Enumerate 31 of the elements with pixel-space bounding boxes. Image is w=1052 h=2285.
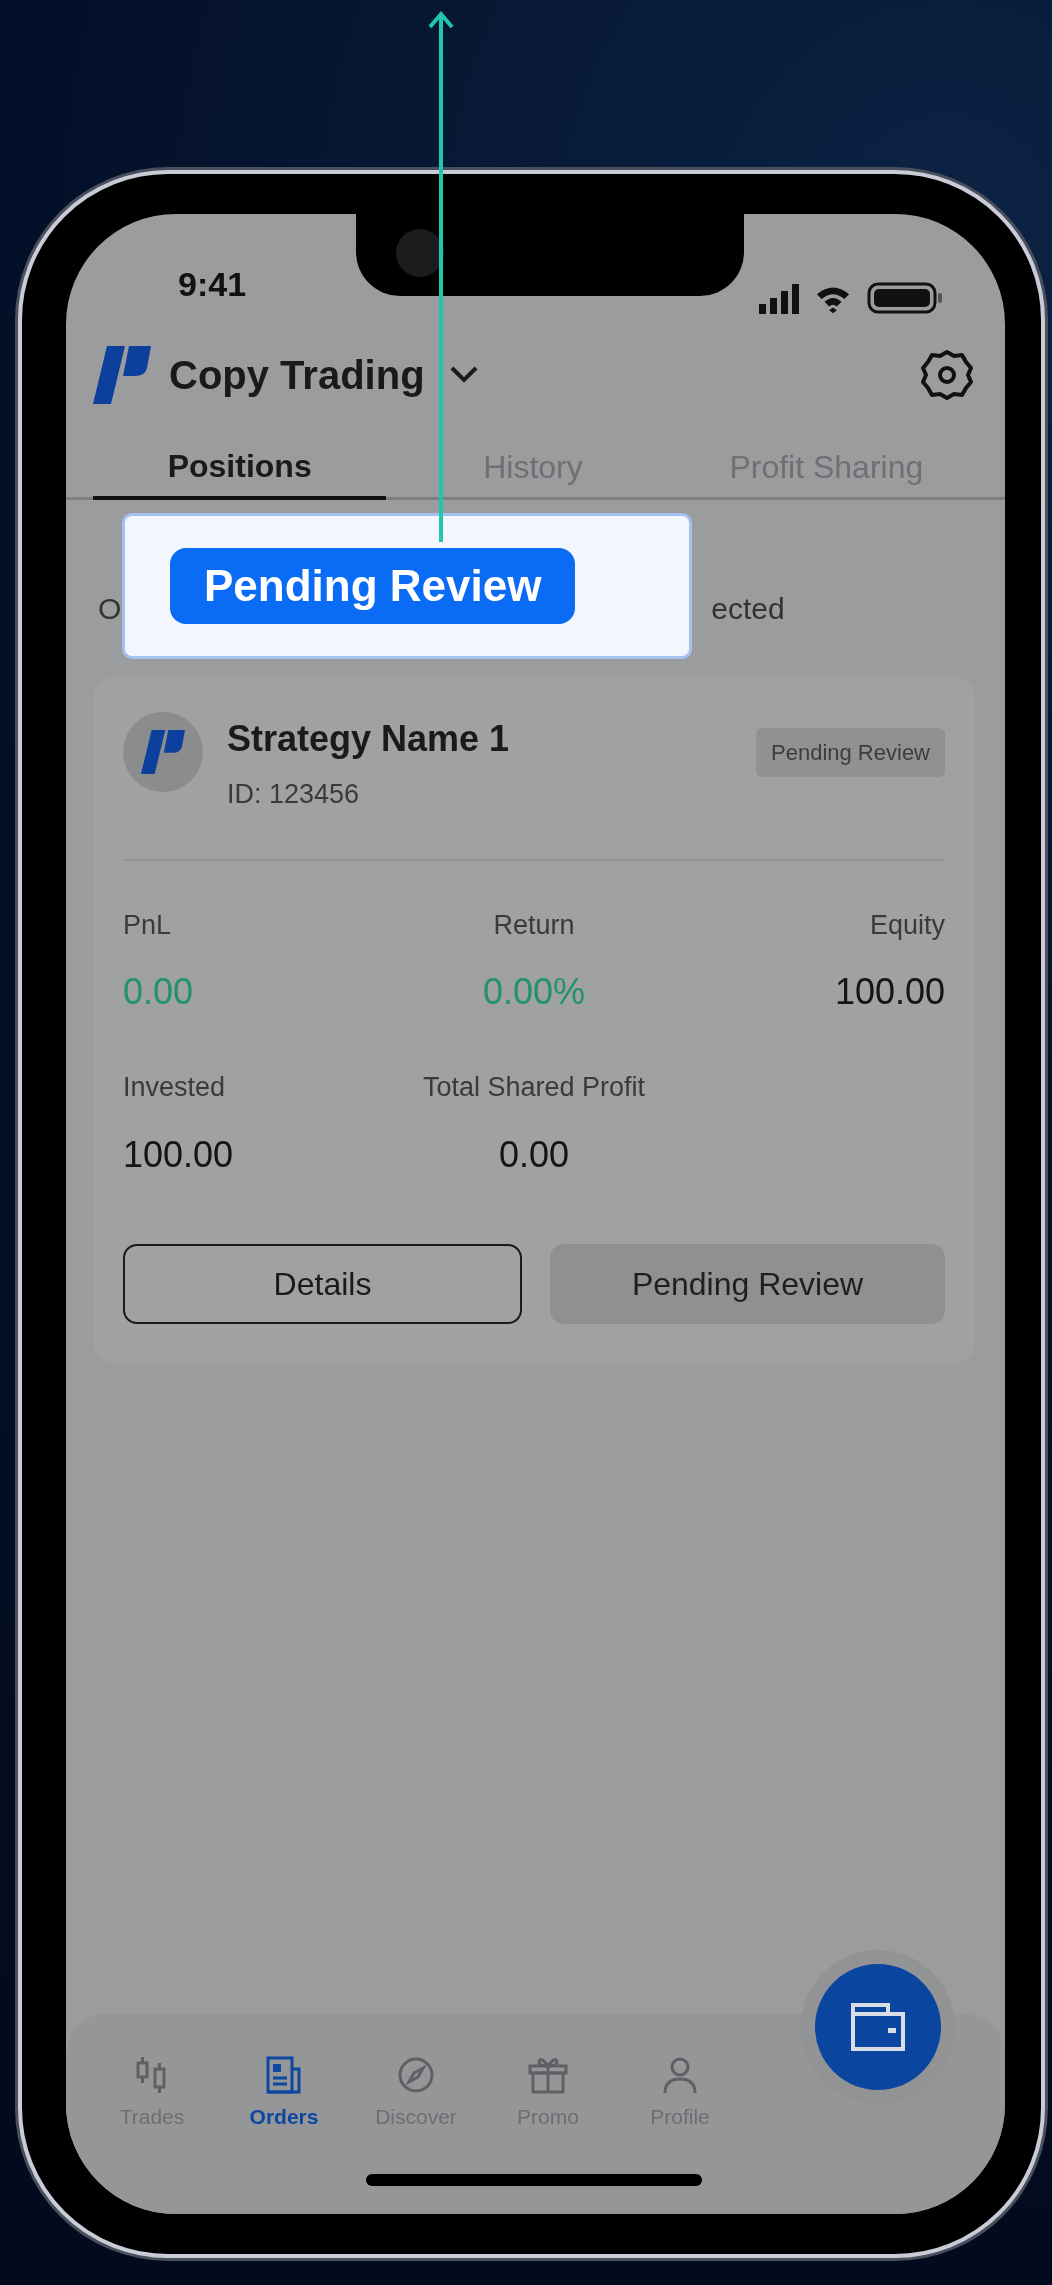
metric-value: 0.00 bbox=[123, 970, 195, 1014]
status-pill: Pending Review bbox=[170, 548, 576, 624]
metric-label: Invested bbox=[123, 1071, 227, 1104]
logo-icon bbox=[93, 346, 151, 404]
tab[interactable]: Positions bbox=[93, 434, 387, 500]
metric-label: PnL bbox=[123, 908, 173, 942]
wallet-icon bbox=[850, 2002, 906, 2052]
metric-value: 0.00 bbox=[497, 1132, 571, 1177]
chevron-down-icon[interactable] bbox=[448, 365, 479, 385]
strategy-name: Strategy Name 1 bbox=[227, 717, 510, 761]
camera bbox=[396, 229, 444, 277]
nav-tab[interactable]: Orders bbox=[218, 2054, 350, 2134]
metric-label: Equity bbox=[868, 908, 945, 942]
status-tag: Pending Review bbox=[756, 728, 945, 777]
metric-value: 100.00 bbox=[833, 970, 945, 1014]
page-title: Copy Trading bbox=[169, 352, 425, 399]
metric-label: Total Shared Profit bbox=[421, 1071, 647, 1104]
metric-value: 100.00 bbox=[123, 1132, 235, 1177]
filter-option[interactable]: O bbox=[98, 586, 122, 652]
strategy-id: ID: 123456 bbox=[227, 778, 361, 811]
compass-icon bbox=[396, 2055, 436, 2095]
battery-icon bbox=[867, 281, 943, 314]
filter-option[interactable]: ected bbox=[711, 586, 785, 652]
document-icon bbox=[264, 2055, 304, 2095]
status-time: 9:41 bbox=[178, 264, 247, 305]
signal-icon bbox=[759, 281, 799, 314]
metric-value: 0.00% bbox=[481, 970, 587, 1014]
gift-icon bbox=[528, 2055, 568, 2095]
settings-icon[interactable] bbox=[921, 349, 973, 401]
metric-label: Return bbox=[492, 908, 576, 942]
details-button[interactable]: Details bbox=[123, 1243, 522, 1324]
